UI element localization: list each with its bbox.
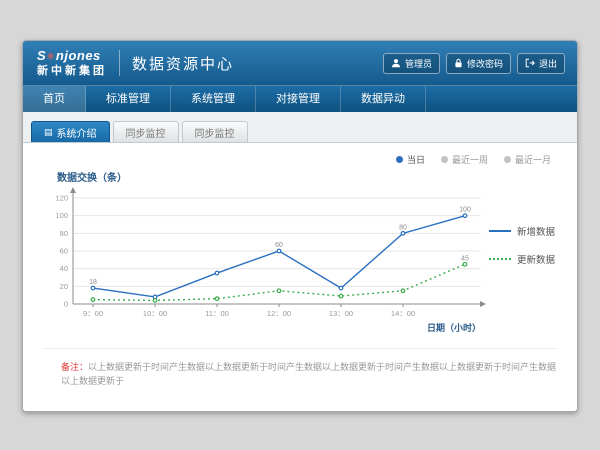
- app-window: S✳njones 新中新集团 数据资源中心 管理员 修改密码 退出 首页 标准管…: [22, 40, 578, 412]
- legend-item-updated-data: 更新数据: [489, 252, 575, 266]
- line-chart: 0 20 40 60 80 100 120 9：00 10：00 11：00 12：00 13：00 1…: [37, 186, 489, 340]
- logo-brand: S✳njones: [37, 49, 107, 63]
- svg-text:45: 45: [461, 255, 469, 262]
- nav-item-system[interactable]: 系统管理: [171, 86, 256, 112]
- svg-text:100: 100: [55, 211, 68, 220]
- change-password-button[interactable]: 修改密码: [446, 53, 511, 74]
- filter-last-month-label: 最近一月: [515, 153, 551, 166]
- logout-button[interactable]: 退出: [517, 53, 565, 74]
- page-title: 数据资源中心: [132, 53, 234, 74]
- tab-system-intro-label: 系统介绍: [57, 125, 97, 140]
- svg-text:20: 20: [60, 282, 68, 291]
- tab-sync-monitor-2-label: 同步监控: [195, 125, 235, 140]
- y-axis-title: 数据交换（条）: [23, 166, 577, 186]
- chart-row: 0 20 40 60 80 100 120 9：00 10：00 11：00 12：00 13：00 1…: [23, 186, 577, 340]
- svg-text:120: 120: [55, 194, 68, 203]
- tab-sync-monitor-1-label: 同步监控: [126, 125, 166, 140]
- series-legend: 新增数据 更新数据: [489, 186, 575, 340]
- nav-item-standards[interactable]: 标准管理: [86, 86, 171, 112]
- content-area: ▤ 系统介绍 同步监控 同步监控 当日 最近一周: [23, 112, 577, 411]
- svg-text:60: 60: [60, 247, 68, 256]
- svg-text:60: 60: [275, 242, 283, 249]
- app-header: S✳njones 新中新集团 数据资源中心 管理员 修改密码 退出: [23, 41, 577, 85]
- logo-brand-text-rest: njones: [56, 48, 101, 63]
- svg-text:9：00: 9：00: [83, 309, 103, 318]
- svg-text:13：00: 13：00: [329, 309, 353, 318]
- logo-star-icon: ✳: [46, 51, 56, 63]
- svg-text:11：00: 11：00: [205, 309, 229, 318]
- dotted-line-icon: [489, 258, 511, 260]
- user-icon: [391, 58, 401, 68]
- svg-text:18: 18: [89, 279, 97, 286]
- svg-text:80: 80: [60, 229, 68, 238]
- logo[interactable]: S✳njones 新中新集团: [37, 49, 107, 76]
- logout-icon: [525, 58, 535, 68]
- legend-item-updated-data-label: 更新数据: [517, 252, 555, 266]
- filter-today-label: 当日: [407, 153, 425, 166]
- logout-button-label: 退出: [539, 57, 557, 70]
- svg-text:14：00: 14：00: [391, 309, 415, 318]
- header-actions: 管理员 修改密码 退出: [383, 53, 565, 74]
- filter-last-month[interactable]: 最近一月: [504, 153, 551, 166]
- tab-system-intro[interactable]: ▤ 系统介绍: [31, 121, 110, 142]
- admin-button-label: 管理员: [405, 57, 432, 70]
- legend-item-new-data-label: 新增数据: [517, 224, 555, 238]
- tab-sync-monitor-1[interactable]: 同步监控: [113, 121, 179, 142]
- svg-text:10：00: 10：00: [143, 309, 167, 318]
- svg-text:80: 80: [399, 224, 407, 231]
- tab-strip: ▤ 系统介绍 同步监控 同步监控: [23, 112, 577, 142]
- logo-brand-text: S: [37, 48, 46, 63]
- svg-text:日期（小时）: 日期（小时）: [427, 322, 481, 333]
- grid-icon: ▤: [44, 127, 53, 138]
- svg-text:0: 0: [64, 300, 68, 309]
- filter-last-week-label: 最近一周: [452, 153, 488, 166]
- filter-last-week-dot-icon: [441, 156, 448, 163]
- filter-last-week[interactable]: 最近一周: [441, 153, 488, 166]
- nav-item-integration[interactable]: 对接管理: [256, 86, 341, 112]
- nav-item-home[interactable]: 首页: [23, 86, 86, 112]
- time-filter-group: 当日 最近一周 最近一月: [23, 143, 577, 166]
- footnote-text: 以上数据更新于时间产生数据以上数据更新于时间产生数据以上数据更新于时间产生数据以…: [61, 362, 556, 386]
- svg-text:12：00: 12：00: [267, 309, 291, 318]
- svg-text:100: 100: [459, 207, 471, 214]
- logo-subtitle: 新中新集团: [37, 65, 107, 77]
- svg-text:40: 40: [60, 264, 68, 273]
- lock-icon: [454, 58, 463, 68]
- header-divider: [119, 50, 120, 76]
- tab-sync-monitor-2[interactable]: 同步监控: [182, 121, 248, 142]
- filter-today-dot-icon: [396, 156, 403, 163]
- admin-button[interactable]: 管理员: [383, 53, 440, 74]
- main-nav: 首页 标准管理 系统管理 对接管理 数据异动: [23, 85, 577, 112]
- filter-today[interactable]: 当日: [396, 153, 425, 166]
- footnote: 备注：以上数据更新于时间产生数据以上数据更新于时间产生数据以上数据更新于时间产生…: [43, 348, 557, 388]
- footnote-label: 备注：: [61, 362, 88, 372]
- filter-last-month-dot-icon: [504, 156, 511, 163]
- change-password-button-label: 修改密码: [467, 57, 503, 70]
- solid-line-icon: [489, 230, 511, 232]
- legend-item-new-data: 新增数据: [489, 224, 575, 238]
- nav-item-data-changes[interactable]: 数据异动: [341, 86, 426, 112]
- chart-panel: 当日 最近一周 最近一月 数据交换（条） 0 20 40 60 80 100 120 9：00…: [23, 142, 577, 411]
